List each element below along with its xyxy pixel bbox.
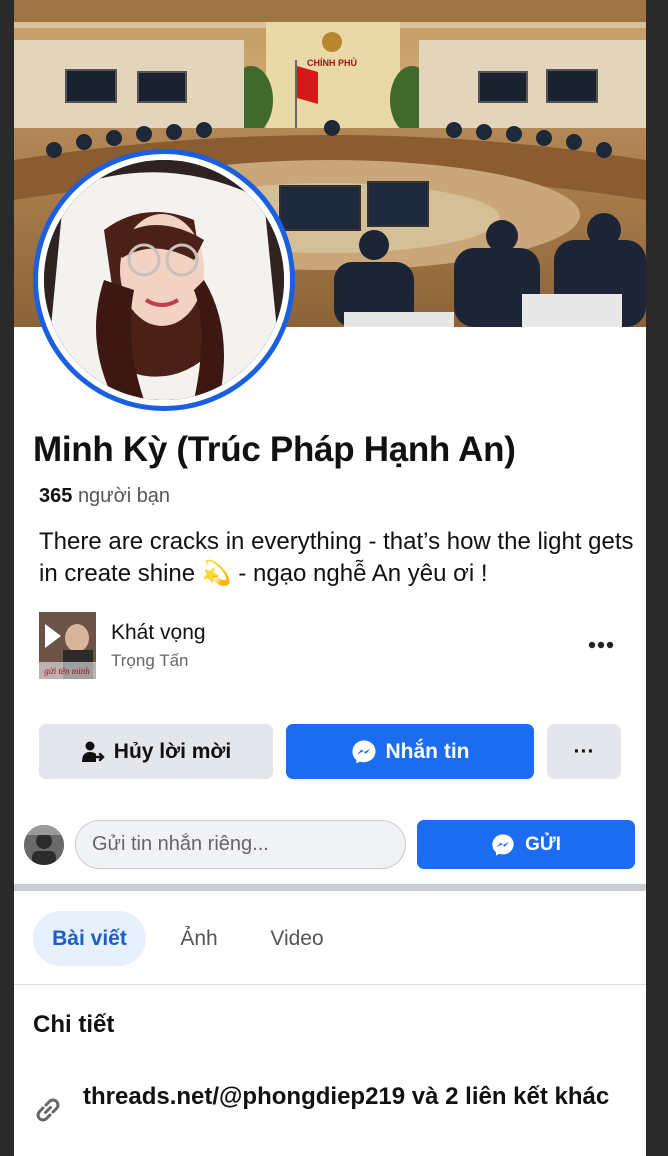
profile-more-button[interactable]: ··· <box>547 724 621 779</box>
profile-bio: There are cracks in everything - that’s … <box>39 528 634 587</box>
tab-posts[interactable]: Bài viết <box>33 911 146 966</box>
music-more-button[interactable] <box>586 630 616 660</box>
my-avatar <box>24 825 64 865</box>
music-thumbnail[interactable]: gửi tên mình <box>39 612 96 679</box>
profile-more-label: ··· <box>573 739 595 763</box>
profile-avatar[interactable] <box>33 149 295 411</box>
cancel-request-button[interactable]: Hủy lời mời <box>39 724 273 779</box>
send-button[interactable]: GỬI <box>417 820 635 869</box>
private-message-input[interactable] <box>75 820 406 869</box>
cancel-request-label: Hủy lời mời <box>113 739 232 763</box>
friends-count[interactable]: 365 người bạn <box>39 485 170 508</box>
music-artist: Trọng Tấn <box>111 651 189 670</box>
person-arrow-icon <box>81 740 105 764</box>
friends-count-number: 365 <box>39 485 73 507</box>
profile-screen: CHÍNH PHỦ Minh Kỳ (Trúc Pháp Hạnh An) 36… <box>14 0 646 1156</box>
tabs-divider <box>14 984 646 985</box>
messenger-icon <box>351 739 377 765</box>
details-heading: Chi tiết <box>33 1011 115 1038</box>
cover-sign-text: CHÍNH PHỦ <box>307 57 357 68</box>
profile-name: Minh Kỳ (Trúc Pháp Hạnh An) <box>33 430 516 469</box>
message-button[interactable]: Nhắn tin <box>286 724 534 779</box>
section-divider <box>14 884 646 891</box>
message-label: Nhắn tin <box>385 739 470 763</box>
messenger-icon <box>491 833 515 857</box>
link-icon <box>32 1094 64 1126</box>
music-title[interactable]: Khát vọng <box>111 621 206 645</box>
tab-video[interactable]: Video <box>254 911 340 966</box>
friends-count-label: người bạn <box>77 485 171 507</box>
send-label: GỬI <box>525 833 561 855</box>
external-link[interactable]: threads.net/@phongdiep219 và 2 liên kết … <box>83 1080 623 1114</box>
avatar-photo <box>44 160 284 400</box>
tab-photos[interactable]: Ảnh <box>164 911 234 966</box>
music-thumb-caption: gửi tên mình <box>44 666 90 676</box>
ellipsis-icon <box>588 641 614 649</box>
